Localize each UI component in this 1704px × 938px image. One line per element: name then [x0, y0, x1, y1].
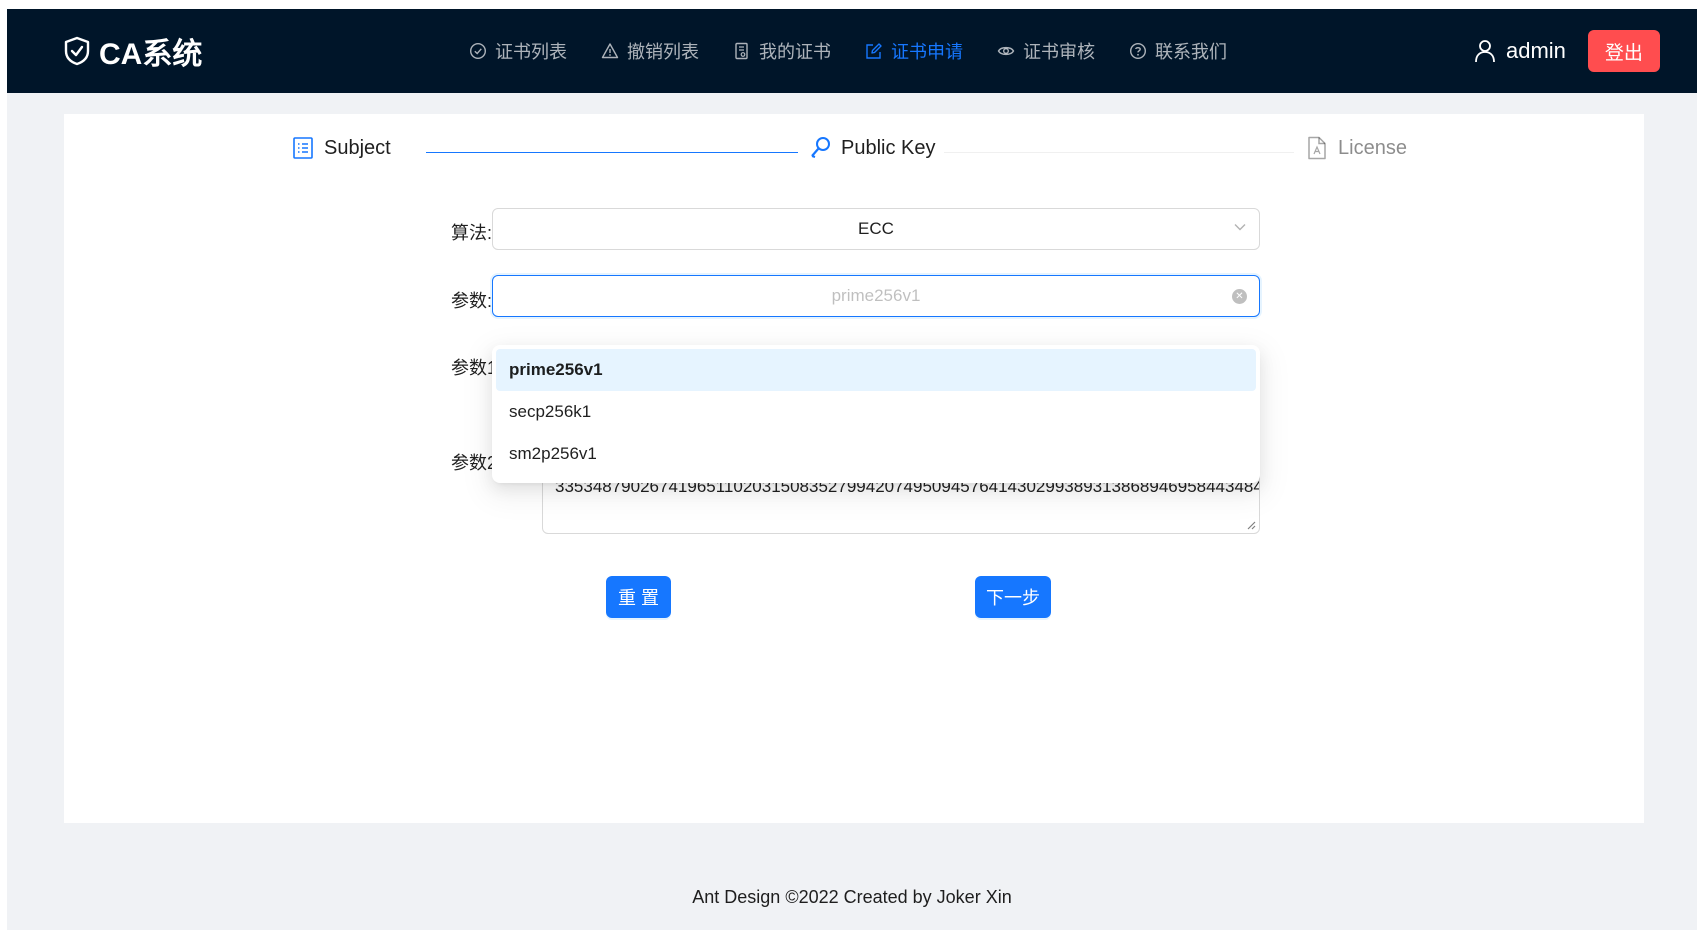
- nav-item-cert-list[interactable]: 证书列表: [469, 38, 567, 64]
- dropdown-option[interactable]: sm2p256v1: [496, 433, 1256, 475]
- footer-text: Ant Design ©2022 Created by Joker Xin: [692, 887, 1012, 907]
- param-select[interactable]: prime256v1 ✕: [492, 275, 1260, 317]
- file-icon: [1308, 136, 1326, 160]
- nav-item-contact[interactable]: 联系我们: [1129, 38, 1227, 64]
- algorithm-value: ECC: [858, 219, 894, 238]
- nav-label: 联系我们: [1155, 42, 1227, 62]
- clear-icon[interactable]: ✕: [1232, 289, 1247, 304]
- next-button[interactable]: 下一步: [975, 576, 1051, 618]
- step-connector: [944, 152, 1294, 153]
- nav-label: 证书列表: [495, 42, 567, 62]
- step-public-key[interactable]: Public Key: [809, 136, 936, 160]
- content-card: Subject Public Key License 算法: ECC 参数: p…: [64, 114, 1644, 823]
- nav-item-my-certs[interactable]: 我的证书: [733, 38, 831, 64]
- step-title: Public Key: [841, 136, 936, 159]
- list-icon: [293, 137, 313, 159]
- algorithm-label: 算法:: [451, 223, 493, 243]
- check-circle-icon: [469, 42, 487, 60]
- resize-handle-icon[interactable]: [1246, 520, 1256, 530]
- brand-logo[interactable]: CA系统: [63, 9, 202, 93]
- nav-label: 证书审核: [1023, 42, 1095, 62]
- chevron-down-icon: [1234, 224, 1246, 231]
- brand-title: CA系统: [99, 38, 203, 71]
- key-icon: [811, 137, 830, 158]
- certificate-icon: [735, 42, 748, 60]
- reset-button[interactable]: 重 置: [606, 576, 671, 618]
- nav-item-cert-review[interactable]: 证书审核: [997, 38, 1095, 64]
- warning-icon: [601, 43, 619, 59]
- step-license[interactable]: License: [1306, 136, 1407, 160]
- param-placeholder: prime256v1: [831, 286, 921, 305]
- main-nav: 证书列表 撤销列表 我的证书 证书申请 证书审核 联系我们: [469, 9, 1261, 93]
- username: admin: [1506, 38, 1566, 63]
- nav-item-cert-apply[interactable]: 证书申请: [865, 38, 963, 64]
- nav-label: 证书申请: [891, 42, 963, 62]
- edit-icon: [866, 43, 882, 59]
- dropdown-option[interactable]: secp256k1: [496, 391, 1256, 433]
- question-circle-icon: [1129, 42, 1147, 60]
- algorithm-select[interactable]: ECC: [492, 208, 1260, 250]
- param-label: 参数:: [451, 291, 493, 311]
- user-icon: [1475, 40, 1495, 63]
- step-title: Subject: [324, 136, 391, 159]
- app-frame: CA系统 证书列表 撤销列表 我的证书 证书申请 证书审核 联系我们 admin…: [7, 9, 1697, 930]
- nav-label: 撤销列表: [627, 42, 699, 62]
- steps: Subject Public Key License: [64, 114, 1644, 194]
- eye-icon: [997, 46, 1015, 56]
- shield-check-icon: [64, 36, 90, 66]
- user-area: admin 登出: [1474, 9, 1660, 93]
- nav-label: 我的证书: [759, 42, 831, 62]
- step-connector: [426, 152, 798, 153]
- logout-button[interactable]: 登出: [1587, 30, 1660, 72]
- step-title: License: [1338, 136, 1407, 159]
- dropdown-option[interactable]: prime256v1: [496, 349, 1256, 391]
- nav-item-revoke-list[interactable]: 撤销列表: [601, 38, 699, 64]
- step-subject[interactable]: Subject: [292, 136, 391, 160]
- top-header: CA系统 证书列表 撤销列表 我的证书 证书申请 证书审核 联系我们 admin…: [7, 9, 1697, 93]
- param-dropdown: prime256v1 secp256k1 sm2p256v1: [492, 345, 1260, 483]
